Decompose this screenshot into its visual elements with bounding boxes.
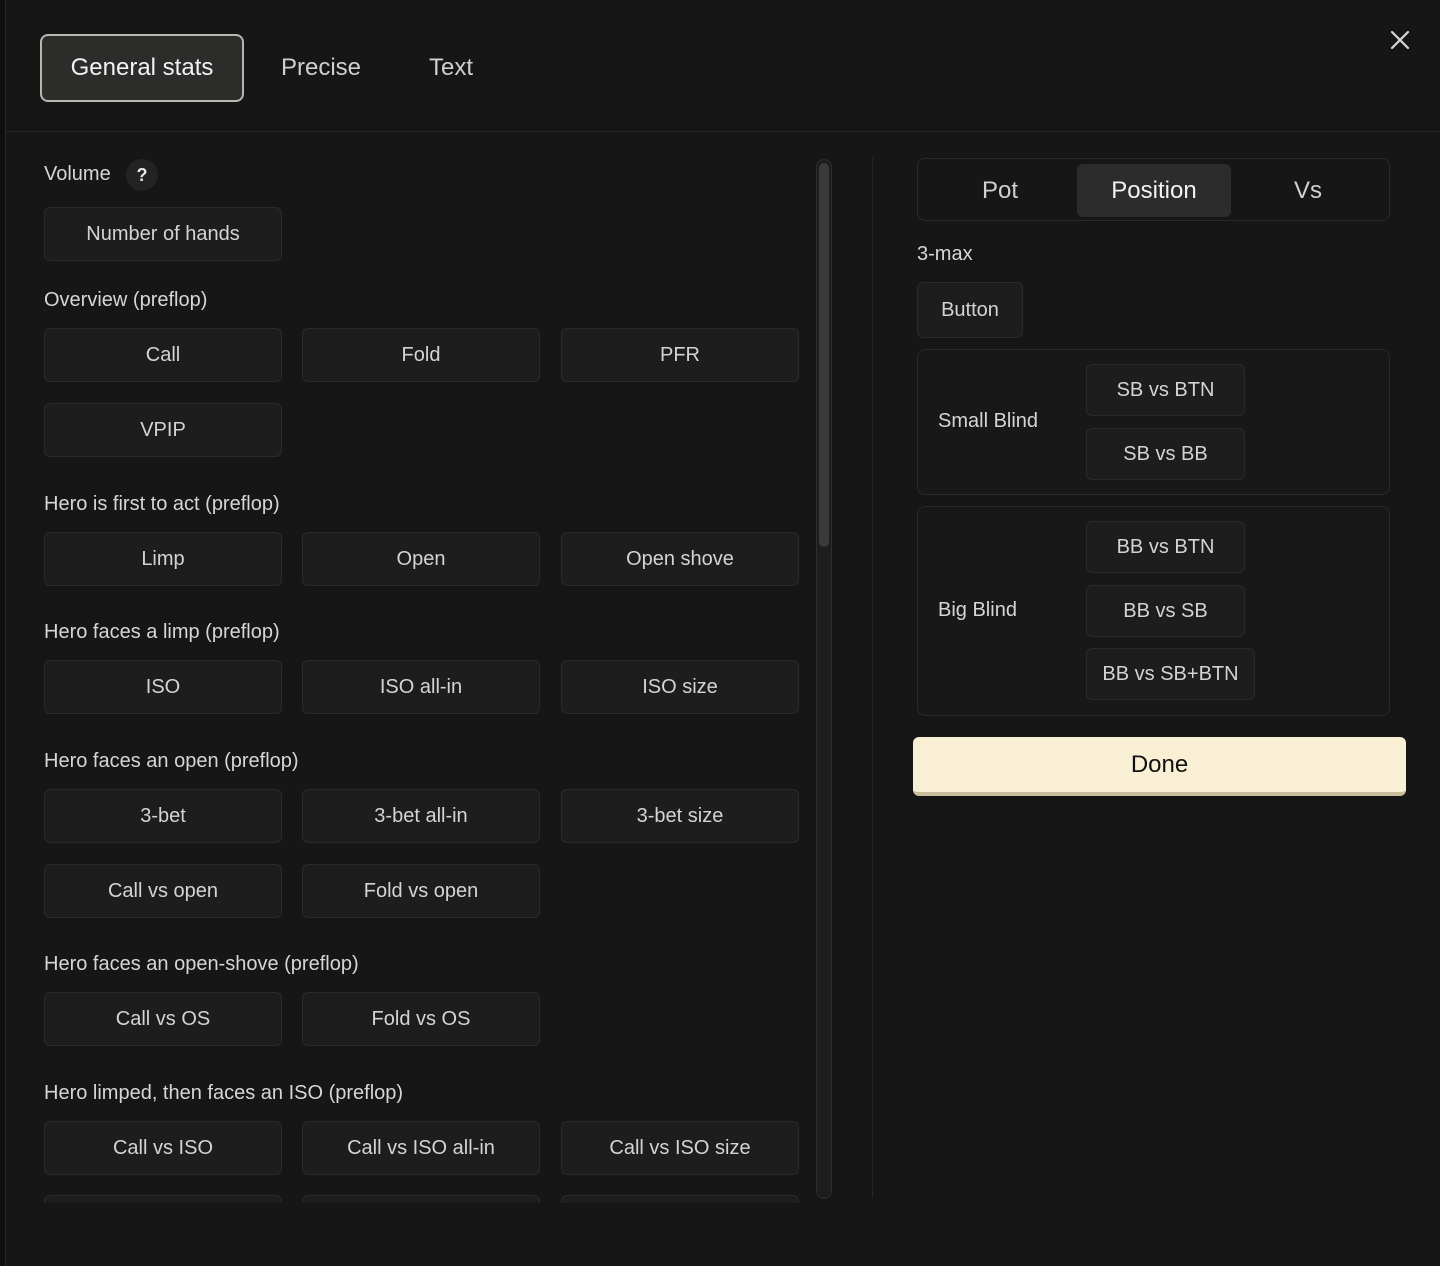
stat-button-iso[interactable]: ISO — [44, 660, 282, 714]
breakdown-segmented-control: Pot Position Vs — [917, 158, 1390, 221]
stat-button-3bet-all-in[interactable]: 3-bet all-in — [302, 789, 540, 843]
stat-button-call-vs-open[interactable]: Call vs open — [44, 864, 282, 918]
scrollbar-thumb[interactable] — [819, 163, 829, 547]
section-faces-open-title: Hero faces an open (preflop) — [44, 750, 299, 772]
stat-button-limp[interactable]: Limp — [44, 532, 282, 586]
section-volume-title: Volume — [44, 163, 111, 185]
modal-header: General stats Precise Text — [6, 0, 1440, 132]
stats-modal: General stats Precise Text Volume ? Numb… — [5, 0, 1440, 1266]
stat-button-partial[interactable] — [302, 1195, 540, 1203]
tab-text[interactable]: Text — [406, 34, 496, 102]
stat-button-open[interactable]: Open — [302, 532, 540, 586]
stat-button-vpip[interactable]: VPIP — [44, 403, 282, 457]
segment-position[interactable]: Position — [1077, 164, 1231, 217]
section-faces-limp-title: Hero faces a limp (preflop) — [44, 621, 280, 643]
stat-button-number-of-hands[interactable]: Number of hands — [44, 207, 282, 261]
stat-button-3bet[interactable]: 3-bet — [44, 789, 282, 843]
section-limped-faces-iso-title: Hero limped, then faces an ISO (preflop) — [44, 1082, 404, 1104]
tab-precise[interactable]: Precise — [264, 34, 378, 102]
position-button-sb-vs-bb[interactable]: SB vs BB — [1086, 428, 1245, 480]
section-overview-title: Overview (preflop) — [44, 289, 208, 311]
stat-button-fold-vs-os[interactable]: Fold vs OS — [302, 992, 540, 1046]
close-icon[interactable] — [1386, 26, 1414, 54]
stat-button-pfr[interactable]: PFR — [561, 328, 799, 382]
stat-button-call-vs-iso-all-in[interactable]: Call vs ISO all-in — [302, 1121, 540, 1175]
stat-button-fold[interactable]: Fold — [302, 328, 540, 382]
help-icon[interactable]: ? — [126, 159, 158, 191]
done-button[interactable]: Done — [913, 737, 1406, 796]
table-size-label: 3-max — [917, 243, 973, 265]
big-blind-label: Big Blind — [938, 599, 1017, 621]
pane-divider — [872, 158, 873, 1198]
stat-button-iso-all-in[interactable]: ISO all-in — [302, 660, 540, 714]
position-button-bb-vs-sb[interactable]: BB vs SB — [1086, 585, 1245, 637]
position-button-sb-vs-btn[interactable]: SB vs BTN — [1086, 364, 1245, 416]
small-blind-label: Small Blind — [938, 410, 1039, 432]
stat-button-3bet-size[interactable]: 3-bet size — [561, 789, 799, 843]
position-button-btn[interactable]: Button — [917, 282, 1023, 338]
tab-general-stats[interactable]: General stats — [40, 34, 244, 102]
segment-vs[interactable]: Vs — [1231, 164, 1385, 217]
general-stats-list[interactable]: Volume ? Number of hands Overview (prefl… — [6, 133, 836, 1203]
stat-button-fold-vs-open[interactable]: Fold vs open — [302, 864, 540, 918]
stat-button-call-vs-os[interactable]: Call vs OS — [44, 992, 282, 1046]
section-first-to-act-title: Hero is first to act (preflop) — [44, 493, 280, 515]
stat-button-iso-size[interactable]: ISO size — [561, 660, 799, 714]
position-button-bb-vs-btn[interactable]: BB vs BTN — [1086, 521, 1245, 573]
stat-button-open-shove[interactable]: Open shove — [561, 532, 799, 586]
stat-button-call[interactable]: Call — [44, 328, 282, 382]
stat-button-partial[interactable] — [561, 1195, 799, 1203]
stat-button-call-vs-iso[interactable]: Call vs ISO — [44, 1121, 282, 1175]
section-faces-open-shove-title: Hero faces an open-shove (preflop) — [44, 953, 359, 975]
position-button-bb-vs-sb-btn[interactable]: BB vs SB+BTN — [1086, 648, 1255, 700]
stat-button-call-vs-iso-size[interactable]: Call vs ISO size — [561, 1121, 799, 1175]
segment-pot[interactable]: Pot — [923, 164, 1077, 217]
stat-button-partial[interactable] — [44, 1195, 282, 1203]
